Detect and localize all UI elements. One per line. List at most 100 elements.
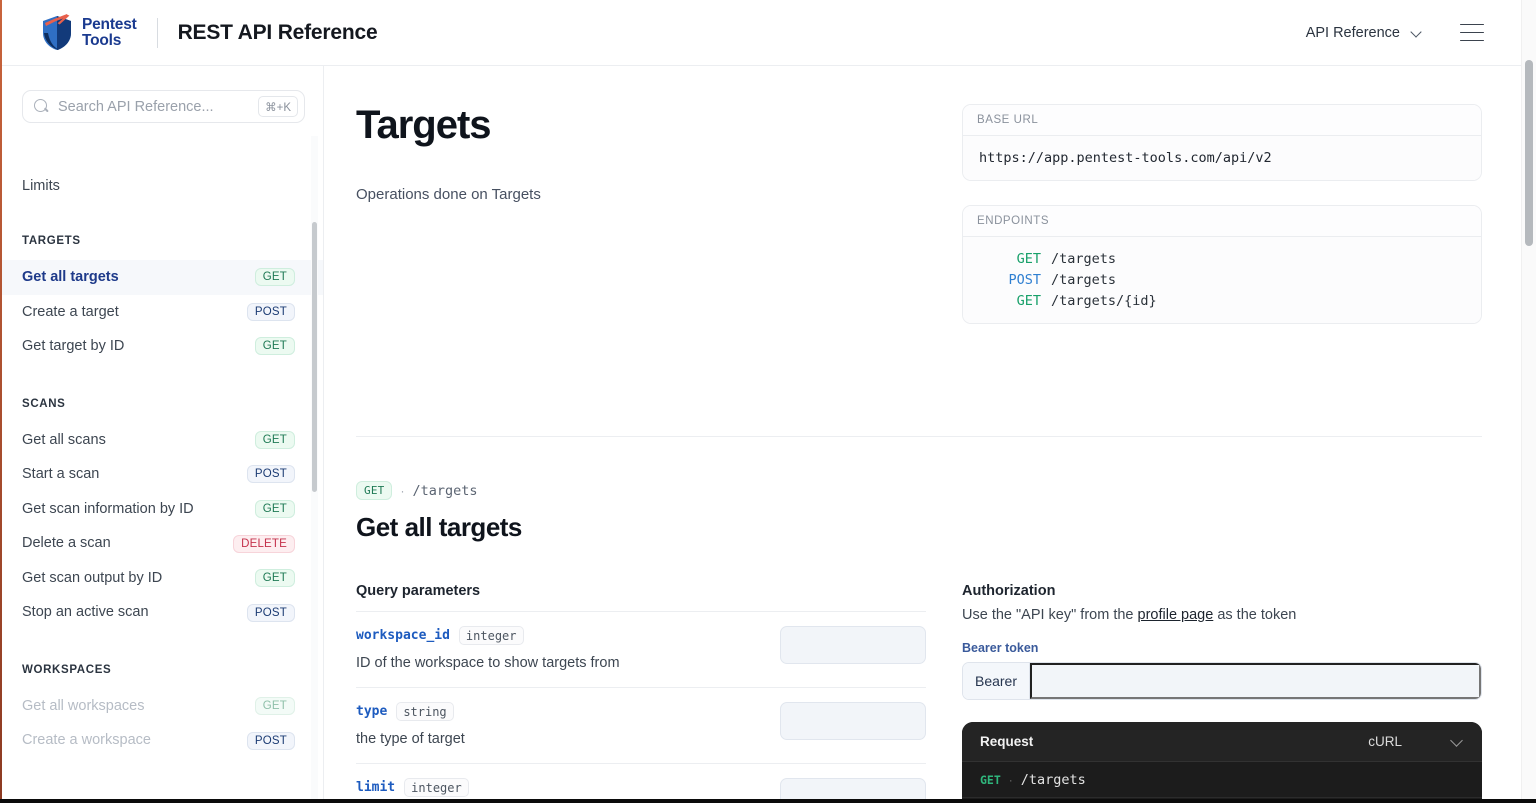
endpoint-row[interactable]: POST /targets	[979, 272, 1465, 288]
param-main: workspace_id integer ID of the workspace…	[356, 626, 760, 671]
sidebar: Search API Reference... ⌘+K Limits TARGE…	[0, 66, 324, 803]
sidebar-item-create-a-workspace[interactable]: Create a workspace POST	[0, 723, 323, 758]
eyebrow-separator: ·	[400, 483, 405, 498]
sidebar-item-get-scan-information-by-id[interactable]: Get scan information by ID GET	[0, 492, 323, 527]
bearer-token-label: Bearer token	[962, 641, 1039, 655]
method-badge-get: GET	[254, 268, 295, 287]
brand-wordmark: Pentest Tools	[82, 16, 137, 49]
auth-desc-after: as the token	[1213, 607, 1297, 623]
endpoint-row[interactable]: GET /targets	[979, 251, 1465, 267]
sidebar-item-label: Delete a scan	[22, 535, 111, 552]
chevron-down-icon	[1411, 27, 1422, 38]
operation-left-column: Query parameters workspace_id integer ID…	[356, 583, 926, 803]
param-row: limit integer the maximum number of targ…	[356, 764, 926, 803]
brand-block[interactable]: Pentest Tools REST API Reference	[0, 13, 378, 52]
search-input[interactable]: Search API Reference... ⌘+K	[22, 90, 305, 123]
sidebar-scrollbar-thumb[interactable]	[312, 222, 317, 492]
sidebar-item-get-all-workspaces[interactable]: Get all workspaces GET	[0, 689, 323, 724]
hamburger-menu-icon[interactable]	[1460, 23, 1484, 42]
method-badge-post: POST	[246, 603, 295, 622]
sidebar-item-get-all-targets[interactable]: Get all targets GET	[0, 260, 323, 295]
search-placeholder: Search API Reference...	[58, 98, 214, 115]
method-badge-post: POST	[246, 465, 295, 484]
request-panel-title: Request	[980, 734, 1034, 749]
sidebar-item-create-a-target[interactable]: Create a target POST	[0, 295, 323, 330]
endpoints-panel-body: GET /targets POST /targets GET /targets/…	[963, 237, 1481, 323]
request-method: GET	[980, 772, 1001, 787]
sidebar-item-label: Get scan information by ID	[22, 500, 194, 517]
endpoint-method: GET	[1016, 251, 1041, 267]
param-name-row: limit integer	[356, 778, 760, 797]
sidebar-item-start-a-scan[interactable]: Start a scan POST	[0, 457, 323, 492]
query-parameters-heading: Query parameters	[356, 583, 481, 599]
param-type: integer	[458, 626, 524, 645]
endpoint-path: /targets	[1051, 251, 1117, 267]
page-header-title: REST API Reference	[177, 20, 378, 44]
param-type: integer	[404, 778, 469, 797]
sidebar-item-label: Get scan output by ID	[22, 569, 163, 586]
sidebar-group-title-workspaces: WORKSPACES	[22, 663, 112, 676]
sidebar-item-label: Get all targets	[22, 269, 119, 285]
bearer-token-field[interactable]: Bearer	[962, 662, 1482, 700]
query-parameters-list: workspace_id integer ID of the workspace…	[356, 611, 926, 803]
base-url-panel-body: https://app.pentest-tools.com/api/v2	[963, 136, 1481, 180]
operation-right-column: Authorization Use the "API key" from the…	[926, 583, 1482, 803]
param-description: ID of the workspace to show targets from	[356, 655, 620, 671]
sidebar-group-title-targets: TARGETS	[22, 235, 81, 247]
param-description: the type of target	[356, 731, 465, 747]
overview-row: Targets Operations done on Targets BASE …	[324, 66, 1528, 324]
sidebar-item-delete-a-scan[interactable]: Delete a scan DELETE	[0, 526, 323, 561]
sidebar-nav: Limits TARGETS Get all targets GET Creat…	[0, 171, 323, 758]
method-badge-delete: DELETE	[233, 534, 295, 553]
request-language-select[interactable]: cURL	[1368, 734, 1464, 749]
sidebar-item-label: Start a scan	[22, 466, 100, 483]
overview-left: Targets Operations done on Targets	[356, 104, 926, 324]
sidebar-item-label: Get all scans	[22, 431, 106, 448]
operation-columns: Query parameters workspace_id integer ID…	[356, 583, 1482, 803]
request-panel-header: Request cURL	[962, 722, 1482, 762]
api-reference-page: Pentest Tools REST API Reference API Ref…	[0, 0, 1536, 803]
search-shortcut-badge: ⌘+K	[258, 96, 298, 117]
param-main: type string the type of target	[356, 702, 760, 747]
window-scrollbar-thumb[interactable]	[1525, 60, 1533, 246]
page-title: Targets	[356, 103, 492, 147]
operation-title: Get all targets	[356, 512, 522, 542]
param-name-row: workspace_id integer	[356, 626, 760, 645]
search-wrapper: Search API Reference... ⌘+K	[0, 66, 323, 123]
bearer-token-input[interactable]	[1030, 663, 1481, 699]
shield-check-logo-icon	[40, 13, 74, 52]
hamburger-line	[1460, 31, 1484, 34]
param-input-type[interactable]	[780, 702, 926, 740]
bearer-prefix: Bearer	[963, 663, 1030, 699]
version-select-label: API Reference	[1305, 24, 1400, 41]
operation-path: /targets	[412, 482, 478, 499]
operation-eyebrow: GET · /targets	[356, 481, 1482, 500]
search-icon	[34, 99, 49, 114]
endpoint-method: POST	[1008, 272, 1041, 288]
sidebar-item-get-all-scans[interactable]: Get all scans GET	[0, 423, 323, 458]
sidebar-item-get-scan-output-by-id[interactable]: Get scan output by ID GET	[0, 561, 323, 596]
base-url-panel-heading: BASE URL	[963, 105, 1481, 136]
top-header: Pentest Tools REST API Reference API Ref…	[0, 0, 1536, 66]
endpoints-panel: ENDPOINTS GET /targets POST /targets GET…	[962, 205, 1482, 324]
hamburger-line	[1460, 39, 1484, 42]
method-badge-get: GET	[254, 500, 295, 518]
endpoint-method: GET	[1016, 293, 1041, 309]
brand-divider	[156, 17, 158, 48]
sidebar-item-limits[interactable]: Limits	[0, 171, 323, 201]
param-name: workspace_id	[356, 628, 450, 643]
request-language-label: cURL	[1368, 734, 1402, 749]
endpoint-path: /targets/{id}	[1051, 293, 1157, 309]
sidebar-item-stop-an-active-scan[interactable]: Stop an active scan POST	[0, 595, 323, 630]
operation-get-all-targets: GET · /targets Get all targets Query par…	[324, 437, 1528, 803]
endpoint-row[interactable]: GET /targets/{id}	[979, 293, 1465, 309]
base-url-panel: BASE URL https://app.pentest-tools.com/a…	[962, 104, 1482, 181]
method-badge-get: GET	[254, 569, 295, 588]
overview-right: BASE URL https://app.pentest-tools.com/a…	[926, 104, 1482, 324]
api-reference-version-select[interactable]: API Reference	[1300, 19, 1428, 47]
profile-page-link[interactable]: profile page	[1138, 607, 1214, 623]
sidebar-item-get-target-by-id[interactable]: Get target by ID GET	[0, 329, 323, 364]
method-badge-get: GET	[356, 481, 393, 500]
param-input-workspace-id[interactable]	[780, 626, 926, 664]
hamburger-line	[1460, 23, 1484, 26]
